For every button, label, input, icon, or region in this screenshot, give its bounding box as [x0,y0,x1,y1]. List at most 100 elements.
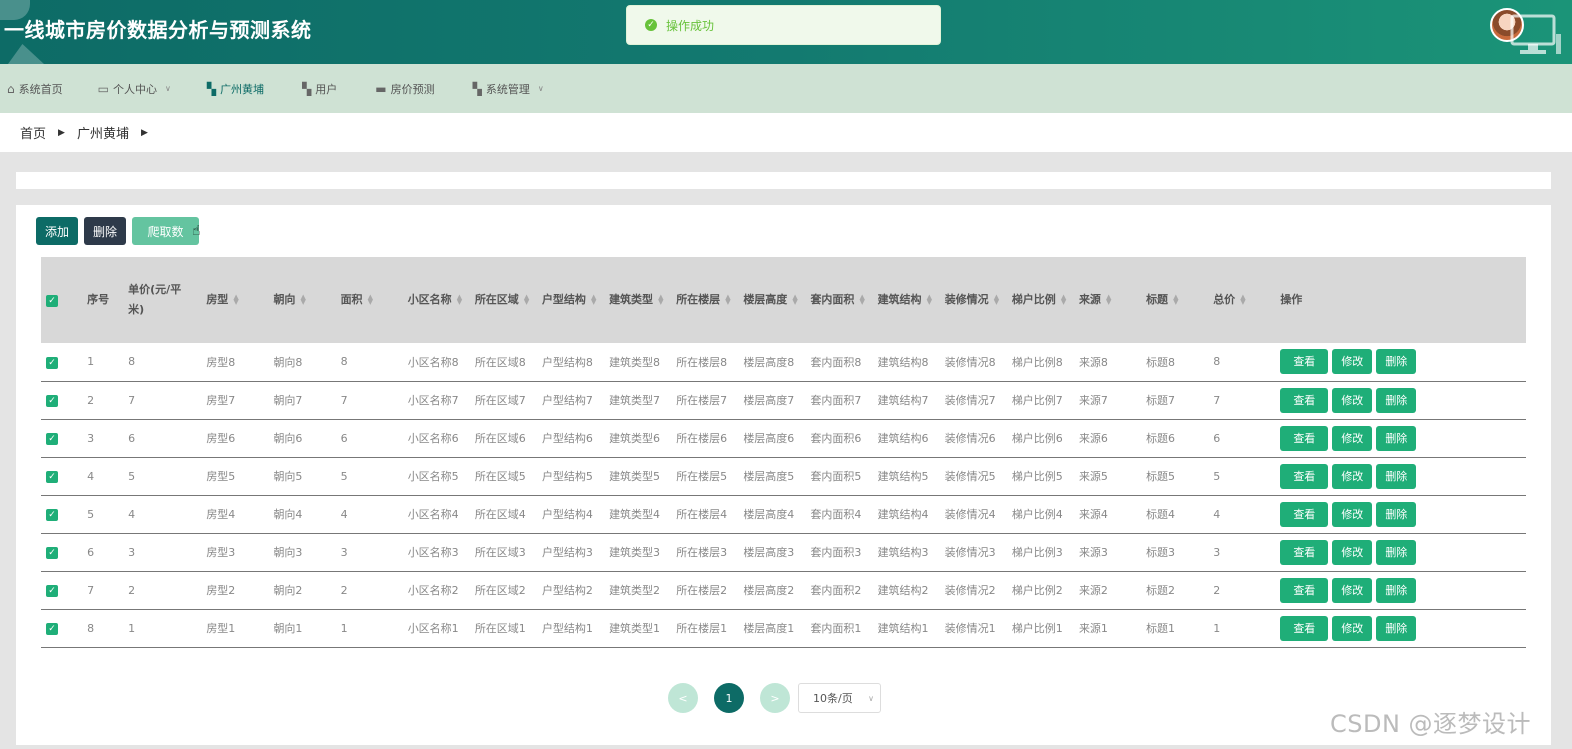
edit-button[interactable]: 修改 [1332,387,1373,413]
sort-icon[interactable]: ▲ ▼ [591,294,596,306]
sort-icon[interactable]: ▲ ▼ [792,294,797,306]
sort-icon[interactable]: ▲ ▼ [658,294,663,306]
row-checkbox[interactable]: ✓ [46,395,58,407]
sort-icon[interactable]: ▲ ▼ [927,294,932,306]
view-button[interactable]: 查看 [1280,615,1329,641]
sort-icon[interactable]: ▲ ▼ [1061,294,1066,306]
edit-button[interactable]: 修改 [1332,539,1373,565]
row-delete-button[interactable]: 删除 [1376,387,1417,413]
col-header[interactable]: 房型 ▲ ▼ [206,257,273,343]
row-delete-button[interactable]: 删除 [1376,577,1417,603]
sort-icon[interactable]: ▲ ▼ [300,294,305,306]
table-cell: 所在楼层1 [676,622,728,635]
sort-icon[interactable]: ▲ ▼ [524,294,529,306]
table-cell: 建筑结构6 [877,432,929,445]
row-checkbox[interactable]: ✓ [46,585,58,597]
row-delete-button[interactable]: 删除 [1376,615,1417,641]
sort-icon[interactable]: ▲ ▼ [233,294,238,306]
col-header[interactable]: 所在楼层 ▲ ▼ [676,257,743,343]
table-cell: 4 [340,507,348,521]
row-checkbox[interactable]: ✓ [46,509,58,521]
col-header[interactable]: 序号 [87,257,128,343]
add-button[interactable]: 添加 [36,217,78,245]
row-checkbox[interactable]: ✓ [46,356,58,369]
row-checkbox[interactable]: ✓ [46,433,58,445]
delete-button[interactable]: 删除 [84,217,126,245]
edit-button[interactable]: 修改 [1332,425,1373,451]
page-number[interactable]: 1 [714,683,744,713]
table-cell: 房型1 [206,622,236,635]
col-header[interactable]: 单价(元/平米) [128,257,206,343]
row-delete-button[interactable]: 删除 [1376,501,1417,527]
col-header[interactable]: 来源 ▲ ▼ [1079,257,1146,343]
view-button[interactable]: 查看 [1280,539,1329,565]
col-header[interactable]: 小区名称 ▲ ▼ [408,257,475,343]
table-cell: 建筑结构4 [877,508,929,521]
table-cell: 房型4 [206,508,236,521]
col-header[interactable]: 朝向 ▲ ▼ [273,257,340,343]
nav-item-guangzhou-huangpu[interactable]: ▚ 广州黄埔 [207,64,264,113]
col-header[interactable]: 装修情况 ▲ ▼ [945,257,1012,343]
crawl-data-button[interactable]: 爬取数 [132,217,199,245]
row-checkbox[interactable]: ✓ [46,623,58,635]
edit-button[interactable]: 修改 [1332,463,1373,489]
row-checkbox[interactable]: ✓ [46,547,58,559]
select-all-checkbox[interactable]: ✓ [46,295,58,307]
table-cell: 来源4 [1078,508,1108,521]
sort-icon[interactable]: ▲ ▼ [1106,294,1111,306]
sort-icon[interactable]: ▲ ▼ [859,294,864,306]
next-page-button[interactable]: > [760,683,790,713]
view-button[interactable]: 查看 [1280,577,1329,603]
nav-item-users[interactable]: ▚ 用户 [302,64,337,113]
sort-icon[interactable]: ▲ ▼ [368,294,373,306]
sort-icon[interactable]: ▲ ▼ [994,294,999,306]
view-button[interactable]: 查看 [1280,349,1329,375]
row-delete-button[interactable]: 删除 [1376,425,1417,451]
col-header[interactable]: 建筑类型 ▲ ▼ [609,257,676,343]
watermark: CSDN @逐梦设计 [1330,710,1532,738]
sort-icon[interactable]: ▲ ▼ [1240,294,1245,306]
col-header[interactable]: 面积 ▲ ▼ [341,257,408,343]
edit-button[interactable]: 修改 [1332,615,1373,641]
view-button[interactable]: 查看 [1280,425,1329,451]
view-button[interactable]: 查看 [1280,501,1329,527]
breadcrumb: 首页 ▶ 广州黄埔 ▶ [0,113,1572,152]
col-header[interactable]: 所在区域 ▲ ▼ [475,257,542,343]
view-button[interactable]: 查看 [1280,463,1329,489]
nav-item-price-forecast[interactable]: ▬ 房价预测 [375,64,434,113]
nav-item-profile[interactable]: ▭ 个人中心 ∨ [98,64,171,113]
row-delete-button[interactable]: 删除 [1376,349,1417,375]
edit-button[interactable]: 修改 [1332,577,1373,603]
table-cell: 装修情况2 [944,584,996,597]
row-delete-button[interactable]: 删除 [1376,539,1417,565]
edit-button[interactable]: 修改 [1332,349,1373,375]
row-delete-button[interactable]: 删除 [1376,463,1417,489]
chevron-down-icon: ∨ [164,84,171,93]
breadcrumb-home[interactable]: 首页 [20,123,46,142]
col-header[interactable]: 楼层高度 ▲ ▼ [743,257,810,343]
nav-item-system-management[interactable]: ▚ 系统管理 ∨ [473,64,544,113]
col-header[interactable]: 总价 ▲ ▼ [1213,257,1280,343]
table-cell: 来源5 [1078,470,1108,483]
edit-button[interactable]: 修改 [1332,501,1373,527]
col-header[interactable]: 建筑结构 ▲ ▼ [878,257,945,343]
table-cell: 6 [340,431,348,445]
page-size-select[interactable]: 10条/页 ∨ [798,683,881,713]
view-button[interactable]: 查看 [1280,387,1329,413]
row-checkbox[interactable]: ✓ [46,471,58,483]
nav-item-home[interactable]: ⌂ 系统首页 [7,64,63,113]
col-header[interactable]: 套内面积 ▲ ▼ [810,257,877,343]
sort-icon[interactable]: ▲ ▼ [725,294,730,306]
table-row: ✓ 8 1 房型1 朝向1 1 小区名称1 所在区域1 户型结构1 建筑类型1 所在楼层1 楼层高度1… [41,609,1526,647]
table-cell: 户型结构7 [541,394,593,407]
col-header[interactable]: 梯户比例 ▲ ▼ [1012,257,1079,343]
success-check-icon: ✓ [645,19,657,31]
col-header[interactable]: 标题 ▲ ▼ [1146,257,1213,343]
table-cell: 7 [87,583,95,597]
table-cell: 3 [340,545,348,559]
sort-icon[interactable]: ▲ ▼ [1173,294,1178,306]
table-cell: 来源1 [1078,622,1108,635]
sort-icon[interactable]: ▲ ▼ [457,294,462,306]
col-header[interactable]: 户型结构 ▲ ▼ [542,257,609,343]
prev-page-button[interactable]: < [668,683,698,713]
